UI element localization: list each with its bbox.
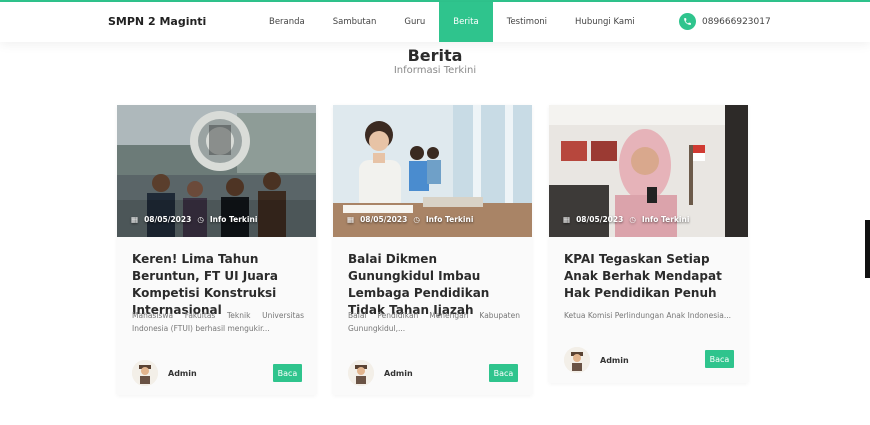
nav-item-berita[interactable]: Berita — [439, 2, 493, 42]
news-author: Admin — [348, 360, 413, 386]
side-scroll-handle[interactable] — [865, 220, 870, 278]
phone-number: 089666923017 — [702, 16, 771, 27]
news-date: 08/05/2023 — [576, 215, 624, 224]
nav-item-testimoni[interactable]: Testimoni — [493, 2, 561, 42]
avatar — [132, 360, 158, 386]
news-card-meta: ▦ 08/05/2023 ◷ Info Terkini — [563, 215, 689, 224]
nav-item-beranda[interactable]: Beranda — [255, 2, 319, 42]
phone-icon — [679, 13, 696, 30]
author-name: Admin — [384, 368, 413, 378]
clock-icon: ◷ — [197, 215, 204, 224]
read-more-button[interactable]: Baca — [273, 364, 302, 382]
news-category: Info Terkini — [425, 215, 474, 224]
news-category: Info Terkini — [641, 215, 690, 224]
calendar-icon: ▦ — [347, 215, 355, 224]
read-more-button[interactable]: Baca — [705, 350, 734, 368]
nav-item-sambutan[interactable]: Sambutan — [319, 2, 391, 42]
calendar-icon: ▦ — [563, 215, 571, 224]
news-date: 08/05/2023 — [144, 215, 192, 224]
news-excerpt: Ketua Komisi Perlindungan Anak Indonesia… — [564, 311, 731, 320]
brand-logo-text[interactable]: SMPN 2 Maginti — [108, 15, 206, 28]
news-excerpt: Balai Pendidikan Menengah Kabupaten Gunu… — [348, 311, 520, 333]
nav-menu: Beranda Sambutan Guru Berita Testimoni H… — [255, 2, 649, 42]
section-subtitle: Informasi Terkini — [393, 65, 477, 76]
news-card: ▦ 08/05/2023 ◷ Info Terkini KPAI Tegaskan … — [549, 105, 748, 383]
news-category: Info Terkini — [209, 215, 258, 224]
news-author: Admin — [132, 360, 197, 386]
calendar-icon: ▦ — [131, 215, 139, 224]
author-name: Admin — [168, 368, 197, 378]
news-card: ▦ 08/05/2023 ◷ Info Terkini Balai Dikmen G… — [333, 105, 532, 395]
news-card: ▦ 08/05/2023 ◷ Info Terkini Keren! Lima Ta… — [117, 105, 316, 395]
avatar — [564, 347, 590, 373]
news-author: Admin — [564, 347, 629, 373]
phone-contact[interactable]: 089666923017 — [679, 13, 771, 30]
news-date: 08/05/2023 — [360, 215, 408, 224]
avatar — [348, 360, 374, 386]
nav-item-hubungi-kami[interactable]: Hubungi Kami — [561, 2, 649, 42]
navbar: SMPN 2 Maginti Beranda Sambutan Guru Ber… — [0, 2, 870, 42]
clock-icon: ◷ — [413, 215, 420, 224]
news-title[interactable]: KPAI Tegaskan Setiap Anak Berhak Mendapa… — [564, 251, 736, 302]
news-excerpt: Mahasiswa Fakultas Teknik Universitas In… — [132, 311, 304, 333]
section-title: Berita — [407, 46, 463, 65]
news-card-meta: ▦ 08/05/2023 ◷ Info Terkini — [347, 215, 473, 224]
nav-item-guru[interactable]: Guru — [390, 2, 439, 42]
clock-icon: ◷ — [629, 215, 636, 224]
news-card-meta: ▦ 08/05/2023 ◷ Info Terkini — [131, 215, 257, 224]
author-name: Admin — [600, 355, 629, 365]
read-more-button[interactable]: Baca — [489, 364, 518, 382]
